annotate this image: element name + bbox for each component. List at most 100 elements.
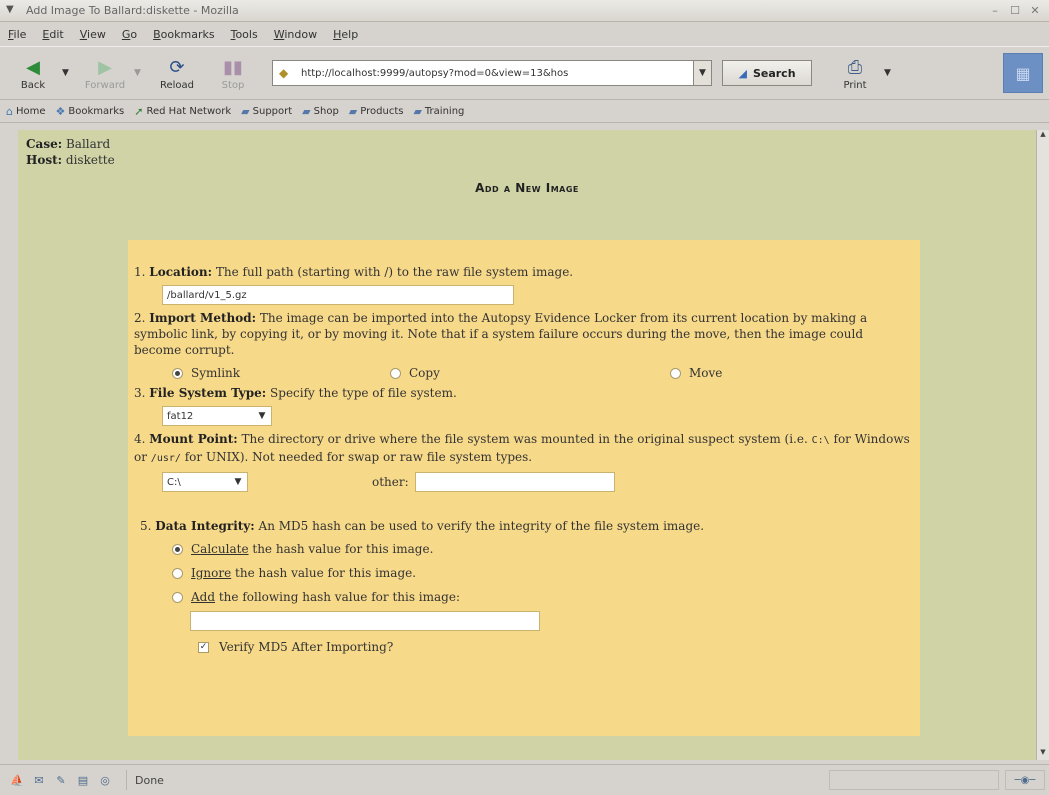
bookmark-products[interactable]: ▰ Products — [349, 105, 404, 118]
search-button[interactable]: ◢ Search — [722, 60, 812, 86]
print-button[interactable]: ⎙ Print — [828, 49, 882, 97]
forward-button[interactable]: ▶ Forward — [78, 49, 132, 97]
url-dropdown-button[interactable]: ▼ — [693, 61, 711, 85]
mount-point-select[interactable]: C:\ ▼ — [162, 472, 248, 492]
maximize-icon[interactable]: ☐ — [1007, 4, 1023, 17]
md5-hash-input[interactable] — [190, 611, 540, 631]
navigator-icon[interactable]: ⛵ — [8, 774, 26, 787]
bookmarks-icon: ❖ — [55, 105, 66, 118]
menu-help[interactable]: Help — [333, 28, 358, 41]
stop-button[interactable]: ▮▮ Stop — [206, 49, 260, 97]
back-button[interactable]: ◀ Back — [6, 49, 60, 97]
bookmark-home[interactable]: ⌂ Home — [6, 105, 46, 118]
page-proxy-icon[interactable]: ◆ — [279, 66, 295, 80]
print-dropdown[interactable]: ▼ — [884, 68, 894, 78]
data-integrity-description: 5. Data Integrity: An MD5 hash can be us… — [140, 519, 705, 533]
other-label: other: — [372, 475, 409, 489]
verify-md5-option[interactable]: ✓ Verify MD5 After Importing? — [198, 640, 393, 654]
chevron-down-icon: ▼ — [258, 411, 266, 421]
ignore-radio[interactable] — [172, 567, 183, 579]
bookmarks-toolbar: ⌂ Home ❖ Bookmarks ➚ Red Hat Network ▰ Suppo… — [0, 101, 1049, 123]
folder-icon: ▰ — [302, 105, 311, 118]
fs-type-select[interactable]: fat12 ▼ — [162, 406, 272, 426]
location-description: 1. Location: The full path (starting wit… — [134, 265, 574, 279]
hash-add-option[interactable]: Add the following hash value for this im… — [172, 590, 460, 604]
symlink-radio[interactable] — [172, 367, 183, 379]
folder-icon: ▰ — [348, 105, 358, 118]
bookmark-support[interactable]: ▰ Support — [241, 105, 292, 118]
vertical-scrollbar[interactable]: ▲ ▼ — [1036, 130, 1049, 760]
scroll-down-icon[interactable]: ▼ — [1037, 748, 1049, 760]
location-input[interactable]: /ballard/v1_5.gz — [162, 285, 514, 305]
calculate-radio[interactable] — [172, 543, 183, 555]
page-content: Case: Ballard Host: diskette Add a New I… — [18, 130, 1036, 760]
add-image-form: 1. Location: The full path (starting wit… — [128, 240, 920, 736]
back-history-dropdown[interactable]: ▼ — [62, 68, 72, 78]
composer-icon[interactable]: ✎ — [52, 774, 70, 787]
mail-icon[interactable]: ✉ — [30, 774, 48, 787]
menubar: File Edit View Go Bookmarks Tools Window… — [0, 22, 1049, 46]
page-title: Add a New Image — [475, 181, 579, 195]
forward-history-dropdown[interactable]: ▼ — [134, 68, 144, 78]
move-radio[interactable] — [670, 367, 681, 379]
menu-view[interactable]: View — [80, 28, 106, 41]
back-arrow-icon: ◀ — [26, 57, 40, 78]
fs-type-description: 3. File System Type: Specify the type of… — [134, 386, 457, 400]
printer-icon: ⎙ — [847, 57, 863, 78]
menu-file[interactable]: File — [8, 28, 26, 41]
import-move-option[interactable]: Move — [670, 366, 722, 380]
bookmark-shop[interactable]: ▰ Shop — [302, 105, 339, 118]
ignore-link[interactable]: Ignore — [191, 566, 231, 580]
link-icon: ➚ — [134, 105, 144, 118]
online-status-icon[interactable]: ─◉─ — [1005, 770, 1045, 790]
window-titlebar: ▼ Add Image To Ballard:diskette - Mozill… — [0, 0, 1049, 22]
address-book-icon[interactable]: ▤ — [74, 774, 92, 787]
status-separator — [126, 770, 127, 790]
hash-calculate-option[interactable]: Calculate the hash value for this image. — [172, 542, 433, 556]
menu-window[interactable]: Window — [274, 28, 317, 41]
menu-tools[interactable]: Tools — [231, 28, 258, 41]
import-method-options: Symlink Copy Move — [134, 361, 914, 385]
folder-icon: ▰ — [413, 105, 422, 118]
folder-icon: ▰ — [241, 105, 250, 118]
verify-md5-checkbox[interactable]: ✓ — [198, 641, 209, 653]
add-link[interactable]: Add — [191, 590, 215, 604]
progress-panel — [829, 770, 999, 790]
calculate-link[interactable]: Calculate — [191, 542, 249, 556]
case-line: Case: Ballard — [26, 137, 111, 151]
add-radio[interactable] — [172, 591, 183, 603]
navigation-toolbar: ◀ Back ▼ ▶ Forward ▼ ⟳ Reload ▮▮ Stop ◆ … — [0, 46, 1049, 100]
bookmark-training[interactable]: ▰ Training — [413, 105, 464, 118]
url-field[interactable]: ◆ http://localhost:9999/autopsy?mod=0&vi… — [272, 60, 712, 86]
hash-ignore-option[interactable]: Ignore the hash value for this image. — [172, 566, 416, 580]
import-method-description: 2. Import Method: The image can be impor… — [134, 311, 868, 357]
bookmark-red-hat-network[interactable]: ➚ Red Hat Network — [134, 105, 231, 118]
minimize-icon[interactable]: – — [987, 4, 1003, 17]
mount-other-input[interactable] — [414, 472, 615, 492]
case-host-info: Case: Ballard Host: diskette — [26, 136, 115, 168]
scroll-up-icon[interactable]: ▲ — [1037, 130, 1049, 142]
import-copy-option[interactable]: Copy — [390, 366, 670, 380]
copy-radio[interactable] — [390, 367, 401, 379]
url-text: http://localhost:9999/autopsy?mod=0&view… — [301, 67, 569, 79]
menu-edit[interactable]: Edit — [42, 28, 63, 41]
menu-go[interactable]: Go — [122, 28, 137, 41]
host-line: Host: diskette — [26, 153, 115, 167]
search-icon: ◢ — [738, 66, 747, 80]
reload-button[interactable]: ⟳ Reload — [150, 49, 204, 97]
window-title: Add Image To Ballard:diskette - Mozilla — [26, 4, 239, 17]
stop-icon: ▮▮ — [223, 57, 243, 78]
home-icon: ⌂ — [6, 105, 13, 118]
menu-bookmarks[interactable]: Bookmarks — [153, 28, 214, 41]
import-symlink-option[interactable]: Symlink — [172, 366, 390, 380]
content-left-gutter — [0, 130, 18, 760]
mozilla-throbber-icon[interactable]: ▦ — [1003, 53, 1043, 93]
forward-arrow-icon: ▶ — [98, 57, 112, 78]
window-menu-icon[interactable]: ▼ — [6, 4, 20, 18]
status-text: Done — [135, 773, 164, 787]
irc-chat-icon[interactable]: ◎ — [96, 774, 114, 787]
chevron-down-icon: ▼ — [234, 477, 242, 487]
close-icon[interactable]: ✕ — [1027, 4, 1043, 17]
reload-icon: ⟳ — [169, 57, 185, 78]
bookmark-bookmarks[interactable]: ❖ Bookmarks — [56, 105, 125, 118]
